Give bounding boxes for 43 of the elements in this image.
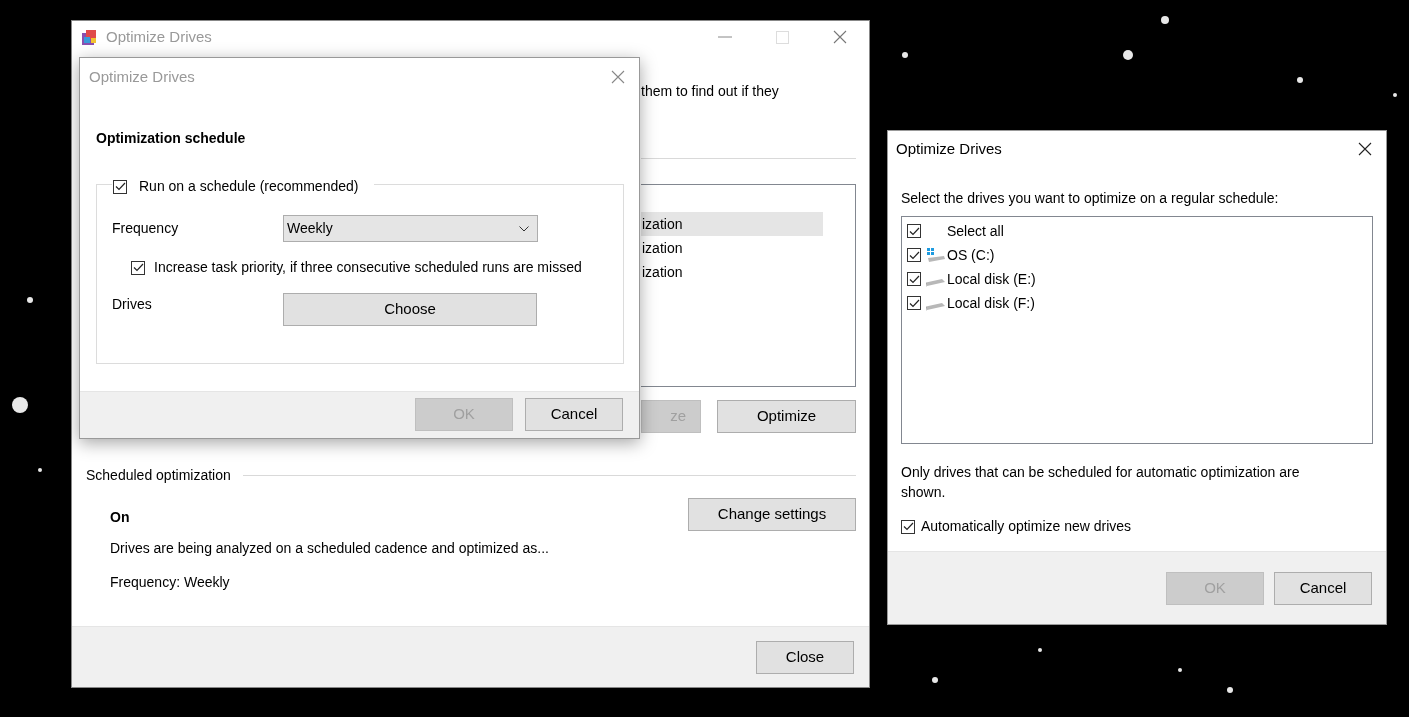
frequency-dropdown[interactable]: Weekly (283, 215, 538, 242)
app-icon (81, 28, 99, 46)
checkbox[interactable] (113, 179, 127, 194)
checkbox-label: Automatically optimize new drives (921, 517, 1132, 536)
button[interactable]: Cancel (1274, 572, 1372, 605)
checkbox[interactable] (131, 260, 145, 275)
checkbox[interactable] (907, 248, 921, 262)
drive-row[interactable]: ization (641, 236, 823, 260)
drive-label: Select all (947, 221, 1004, 241)
disk-drive-icon (926, 279, 945, 287)
status-description: Drives are being analyzed on a scheduled cadence and optimized as... (110, 539, 549, 558)
prompt-text: Select the drives you want to optimize on a regular schedule: (901, 189, 1280, 208)
field-label: Drives (112, 295, 153, 314)
close-icon[interactable] (1358, 142, 1372, 156)
dialog-title: Optimize Drives (896, 138, 1002, 159)
checkbox-label: Run on a schedule (recommended) (139, 177, 359, 196)
window-title: Optimize Drives (106, 26, 212, 47)
drive-label: Local disk (F:) (947, 293, 1035, 313)
disk-drive-icon (926, 303, 945, 311)
frequency-text: Frequency: Weekly (110, 573, 231, 592)
section-heading: Optimization schedule (96, 130, 246, 146)
drive-label: OS (C:) (947, 245, 995, 265)
checkbox-label: Increase task priority, if three consecutive scheduled runs are missed (154, 258, 582, 277)
checkbox[interactable] (901, 519, 915, 534)
drive-row[interactable]: ization (641, 212, 823, 236)
dialog-title: Optimize Drives (89, 66, 195, 87)
checkbox[interactable] (907, 296, 921, 310)
section-heading: Scheduled optimization (86, 466, 231, 485)
drive-row[interactable]: ization (641, 260, 823, 284)
button[interactable]: Choose (283, 293, 537, 326)
drive-label: Local disk (E:) (947, 269, 1036, 289)
chevron-down-icon (519, 225, 529, 232)
system-drive-icon (926, 247, 946, 263)
button[interactable]: Close (756, 640, 854, 674)
button[interactable]: Cancel (525, 398, 623, 431)
status-text: On (110, 508, 131, 527)
field-label: Frequency (112, 219, 180, 238)
note-text: Only drives that can be scheduled for automatic optimization are shown. (901, 463, 1301, 502)
checkbox[interactable] (907, 224, 921, 238)
checkbox[interactable] (907, 272, 921, 286)
button[interactable]: Optimize (717, 400, 856, 433)
description-text: them to find out if they (641, 83, 779, 99)
button[interactable]: Change settings (688, 498, 856, 531)
